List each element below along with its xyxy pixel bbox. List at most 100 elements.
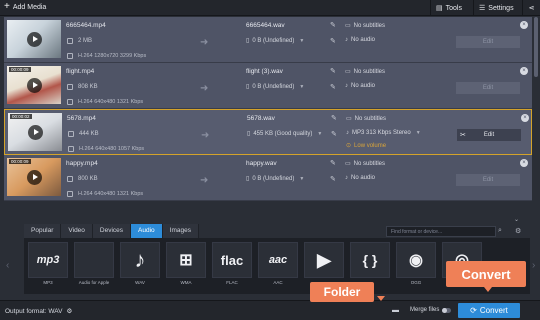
- video-thumbnail[interactable]: 00:00:09: [7, 66, 61, 104]
- scroll-left-icon[interactable]: ‹: [6, 260, 9, 271]
- edit-size-pencil-icon[interactable]: ✎: [330, 175, 336, 183]
- file-row[interactable]: 6665464.mp4 2 MB H.264 1280x720 3299 Kbp…: [4, 17, 532, 63]
- subtitles-label: No subtitles: [353, 22, 386, 29]
- subtitles-dropdown[interactable]: ▭ No subtitles: [345, 160, 385, 168]
- chevron-down-icon: ▼: [415, 130, 421, 136]
- format-item-apple[interactable]: Audio for Apple: [74, 242, 116, 290]
- source-file-info: H.264 640x480 1057 Kbps: [79, 146, 145, 152]
- add-media-button[interactable]: + Add Media: [4, 1, 46, 12]
- edit-button[interactable]: Edit: [456, 36, 520, 48]
- output-size-dropdown[interactable]: ▯ 0 B (Undefined) ▼: [246, 83, 304, 91]
- music-note-icon: ♪: [120, 242, 160, 278]
- output-size-label: 455 KB (Good quality): [253, 130, 313, 137]
- play-icon[interactable]: [27, 32, 42, 47]
- rename-pencil-icon[interactable]: ✎: [330, 159, 336, 167]
- format-item-flac[interactable]: flac FLAC: [212, 242, 254, 290]
- format-item-aac[interactable]: aac AAC: [258, 242, 300, 290]
- tools-button[interactable]: ▤ Tools: [430, 0, 467, 16]
- plus-icon: +: [4, 1, 10, 12]
- merge-files-toggle[interactable]: Merge files: [410, 307, 452, 313]
- video-info-icon: [67, 191, 73, 197]
- format-item-ogg[interactable]: ◉ OGG: [396, 242, 438, 290]
- audio-dropdown[interactable]: ♪ No audio: [345, 175, 375, 181]
- remove-file-icon[interactable]: ×: [521, 114, 529, 122]
- file-list: 6665464.mp4 2 MB H.264 1280x720 3299 Kbp…: [4, 17, 532, 209]
- duration-badge: 00:00:09: [9, 159, 31, 164]
- video-thumbnail[interactable]: 00:00:02: [8, 113, 62, 151]
- subtitles-dropdown[interactable]: ▭ No subtitles: [346, 115, 387, 123]
- play-icon[interactable]: [27, 78, 42, 93]
- tab-video[interactable]: Video: [61, 224, 93, 238]
- search-icon[interactable]: ⌕: [498, 227, 502, 235]
- low-volume-warning[interactable]: ⊙ Low volume: [346, 142, 386, 150]
- device-settings-icon[interactable]: ⚙: [515, 227, 521, 235]
- format-label: FLAC: [226, 280, 238, 285]
- tab-devices[interactable]: Devices: [92, 224, 132, 238]
- audio-dropdown[interactable]: ♪ MP3 313 Kbps Stereo ▼: [346, 130, 421, 136]
- edit-button[interactable]: Edit: [456, 82, 520, 94]
- output-file-name: flight (3).wav: [246, 68, 283, 75]
- share-button[interactable]: ⋖: [522, 0, 540, 16]
- file-size-icon: [68, 131, 74, 137]
- source-file-size: 808 KB: [78, 84, 98, 90]
- audio-icon: ♪: [345, 37, 348, 43]
- file-icon: ▯: [246, 84, 250, 90]
- settings-button[interactable]: ☰ Settings: [473, 0, 519, 16]
- edit-button[interactable]: Edit: [457, 129, 521, 141]
- format-item-wma[interactable]: ⊞ WMA: [166, 242, 208, 290]
- tab-images[interactable]: Images: [162, 224, 199, 238]
- gear-icon[interactable]: ⚙: [66, 307, 72, 315]
- edit-size-pencil-icon[interactable]: ✎: [330, 37, 336, 45]
- remove-file-icon[interactable]: ×: [520, 159, 528, 167]
- format-item-mp3[interactable]: mp3 MP3: [28, 242, 70, 290]
- audio-dropdown[interactable]: ♪ No audio: [345, 83, 375, 89]
- video-thumbnail[interactable]: [7, 20, 61, 58]
- convert-button[interactable]: ⟳ Convert: [458, 303, 520, 318]
- format-search-input[interactable]: [386, 226, 496, 237]
- ogg-icon: ◉: [396, 242, 436, 278]
- output-size-dropdown[interactable]: ▯ 0 B (Undefined) ▼: [246, 37, 304, 45]
- rename-pencil-icon[interactable]: ✎: [330, 21, 336, 29]
- subtitles-dropdown[interactable]: ▭ No subtitles: [345, 68, 385, 76]
- play-icon[interactable]: [27, 170, 42, 185]
- file-row-selected[interactable]: 00:00:02 5678.mp4 444 KB H.264 640x480 1…: [4, 109, 532, 155]
- output-size-dropdown[interactable]: ▯ 0 B (Undefined) ▼: [246, 175, 304, 183]
- duration-badge: 00:00:02: [10, 114, 32, 119]
- remove-file-icon[interactable]: ×: [520, 21, 528, 29]
- video-thumbnail[interactable]: 00:00:09: [7, 158, 61, 196]
- subtitles-dropdown[interactable]: ▭ No subtitles: [345, 22, 386, 30]
- subtitles-label: No subtitles: [354, 115, 387, 122]
- tab-popular[interactable]: Popular: [24, 224, 62, 238]
- settings-label: Settings: [488, 4, 514, 12]
- collapse-panel-icon[interactable]: ⌄: [514, 216, 519, 223]
- folder-icon[interactable]: ▬: [392, 307, 399, 314]
- convert-callout: Convert: [446, 261, 526, 287]
- edit-button[interactable]: Edit: [456, 174, 520, 186]
- toggle-switch[interactable]: [442, 307, 452, 313]
- tab-audio[interactable]: Audio: [131, 224, 163, 238]
- format-label: OGG: [410, 280, 422, 285]
- format-tabs: Popular Video Devices Audio Images: [24, 224, 199, 238]
- play-icon[interactable]: [28, 125, 43, 140]
- format-item-wav[interactable]: ♪ WAV: [120, 242, 162, 290]
- output-size-dropdown[interactable]: ▯ 455 KB (Good quality) ▼: [247, 130, 322, 138]
- file-row[interactable]: 00:00:09 happy.mp4 800 KB H.264 640x480 …: [4, 155, 532, 201]
- duration-badge: 00:00:09: [9, 67, 31, 72]
- rename-pencil-icon[interactable]: ✎: [330, 67, 336, 75]
- remove-file-icon[interactable]: ×: [520, 67, 528, 75]
- file-size-icon: [67, 176, 73, 182]
- file-icon: ▯: [246, 176, 250, 182]
- file-row[interactable]: 00:00:09 flight.mp4 808 KB H.264 640x480…: [4, 63, 532, 109]
- play-circle-icon: ▶: [304, 242, 344, 278]
- rename-pencil-icon[interactable]: ✎: [331, 114, 337, 122]
- source-file-info: H.264 1280x720 3299 Kbps: [78, 53, 147, 59]
- source-file-info: H.264 640x480 1321 Kbps: [78, 99, 144, 105]
- audio-icon: ♪: [346, 130, 349, 136]
- edit-size-pencil-icon[interactable]: ✎: [331, 130, 337, 138]
- output-format[interactable]: Output format: WAV ⚙: [5, 307, 72, 316]
- audio-dropdown[interactable]: ♪ No audio: [345, 37, 375, 43]
- edit-size-pencil-icon[interactable]: ✎: [330, 83, 336, 91]
- scissors-icon[interactable]: ✂: [460, 131, 466, 139]
- scroll-right-icon[interactable]: ›: [532, 260, 535, 271]
- file-list-scrollbar[interactable]: [534, 17, 538, 77]
